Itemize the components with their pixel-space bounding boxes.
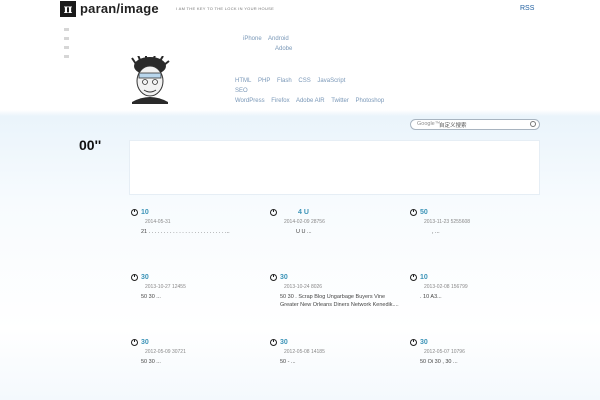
side-nav-item[interactable] bbox=[64, 28, 69, 31]
nav-link-twitter[interactable]: Twitter bbox=[331, 98, 349, 104]
post-meta: 2014-02-09 28756 bbox=[284, 219, 325, 225]
post-excerpt: 21 . . . . . . . . . . . . . . . . . . .… bbox=[141, 229, 230, 235]
post-item[interactable]: 50 2013-11-23 5255608 , ... bbox=[410, 207, 540, 236]
nav-link-javascript[interactable]: JavaScript bbox=[317, 78, 345, 84]
search-input[interactable]: Google™ 自定义搜索 bbox=[410, 119, 540, 130]
post-meta: 2014-05-31 bbox=[145, 219, 171, 225]
section-title: 00'' bbox=[79, 137, 102, 153]
post-meta: 2013-02-08 156799 bbox=[424, 284, 468, 290]
post-excerpt: 50 30 . Scrap Blog Ungarbage Buyers Vine… bbox=[280, 294, 399, 308]
post-title[interactable]: 30 bbox=[141, 339, 149, 346]
nav-link-firefox[interactable]: Firefox bbox=[271, 98, 289, 104]
clock-icon bbox=[131, 208, 138, 216]
avatar bbox=[131, 56, 170, 104]
search-placeholder: 自定义搜索 bbox=[439, 123, 467, 129]
rss-link[interactable]: RSS bbox=[520, 5, 534, 12]
post-meta: 2012-05-08 14185 bbox=[284, 349, 325, 355]
clock-icon bbox=[410, 208, 417, 216]
search-icon[interactable] bbox=[530, 121, 536, 127]
post-meta: 2013-11-23 5255608 bbox=[424, 219, 471, 225]
post-meta: 2013-10-27 12455 bbox=[145, 284, 186, 290]
side-nav bbox=[64, 28, 74, 64]
nav-link-photoshop[interactable]: Photoshop bbox=[356, 98, 385, 104]
post-item[interactable]: 10 2014-05-31 21 . . . . . . . . . . . .… bbox=[131, 207, 261, 236]
site-tagline: I AM THE KEY TO THE LOCK IN YOUR HOUSE bbox=[176, 6, 275, 11]
post-excerpt: 50 - ... bbox=[280, 359, 296, 365]
post-title[interactable]: 10 bbox=[420, 274, 428, 281]
clock-icon bbox=[410, 338, 417, 346]
clock-icon bbox=[270, 208, 277, 216]
nav-link-seo[interactable]: SEO bbox=[235, 88, 248, 94]
side-nav-item[interactable] bbox=[64, 37, 69, 40]
featured-panel bbox=[129, 140, 540, 195]
post-item[interactable]: 4 U 2014-02-09 28756 U U ... bbox=[270, 207, 400, 236]
post-excerpt: 50 30 ... bbox=[141, 294, 161, 300]
site-logo[interactable]: paran/image bbox=[80, 1, 159, 16]
post-title[interactable]: 30 bbox=[280, 274, 288, 281]
post-title[interactable]: 30 bbox=[280, 339, 288, 346]
post-title[interactable]: 30 bbox=[420, 339, 428, 346]
nav-link-iphone[interactable]: iPhone bbox=[243, 36, 262, 42]
post-title[interactable]: 10 bbox=[141, 209, 149, 216]
post-excerpt: 50 Oi 30 , 30 ... bbox=[420, 359, 458, 365]
search-brand: Google™ bbox=[417, 121, 441, 127]
nav-row-3: HTML PHP Flash CSS JavaScript bbox=[235, 78, 350, 84]
clock-icon bbox=[131, 338, 138, 346]
nav-row-1: iPhone Android bbox=[243, 36, 294, 42]
nav-link-adobe[interactable]: Adobe bbox=[275, 46, 292, 52]
post-item[interactable]: 30 2012-05-08 14185 50 - ... bbox=[270, 337, 400, 366]
post-item[interactable]: 10 2013-02-08 156799 . 10 A3... bbox=[410, 272, 540, 301]
post-item[interactable]: 30 2012-05-09 30721 50 30 ... bbox=[131, 337, 261, 366]
post-meta: 2012-05-07 10796 bbox=[424, 349, 465, 355]
nav-link-css[interactable]: CSS bbox=[298, 78, 310, 84]
clock-icon bbox=[410, 273, 417, 281]
top-bar: π paran/image I AM THE KEY TO THE LOCK I… bbox=[0, 0, 600, 19]
nav-link-flash[interactable]: Flash bbox=[277, 78, 292, 84]
nav-link-wordpress[interactable]: WordPress bbox=[235, 98, 265, 104]
nav-row-5: WordPress Firefox Adobe AIR Twitter Phot… bbox=[235, 98, 389, 104]
post-excerpt: , ... bbox=[432, 229, 440, 235]
clock-icon bbox=[131, 273, 138, 281]
nav-link-android[interactable]: Android bbox=[268, 36, 289, 42]
post-title[interactable]: 30 bbox=[141, 274, 149, 281]
post-title[interactable]: 4 U bbox=[298, 209, 309, 216]
post-title[interactable]: 50 bbox=[420, 209, 428, 216]
side-nav-item[interactable] bbox=[64, 46, 69, 49]
logo-icon[interactable]: π bbox=[60, 1, 76, 17]
post-excerpt: U U ... bbox=[296, 229, 312, 235]
post-excerpt: . 10 A3... bbox=[420, 294, 442, 300]
nav-row-4: SEO bbox=[235, 88, 253, 94]
post-item[interactable]: 30 2013-10-27 12455 50 30 ... bbox=[131, 272, 261, 301]
clock-icon bbox=[270, 338, 277, 346]
nav-link-html[interactable]: HTML bbox=[235, 78, 251, 84]
nav-link-adobe-air[interactable]: Adobe AIR bbox=[296, 98, 325, 104]
post-excerpt: 50 30 ... bbox=[141, 359, 161, 365]
nav-row-2: Adobe bbox=[275, 46, 297, 52]
post-meta: 2012-05-09 30721 bbox=[145, 349, 186, 355]
post-item[interactable]: 30 2012-05-07 10796 50 Oi 30 , 30 ... bbox=[410, 337, 540, 366]
clock-icon bbox=[270, 273, 277, 281]
nav-link-php[interactable]: PHP bbox=[258, 78, 270, 84]
post-item[interactable]: 30 2013-10-24 8026 50 30 . Scrap Blog Un… bbox=[270, 272, 400, 309]
post-meta: 2013-10-24 8026 bbox=[284, 284, 323, 290]
side-nav-item[interactable] bbox=[64, 55, 69, 58]
